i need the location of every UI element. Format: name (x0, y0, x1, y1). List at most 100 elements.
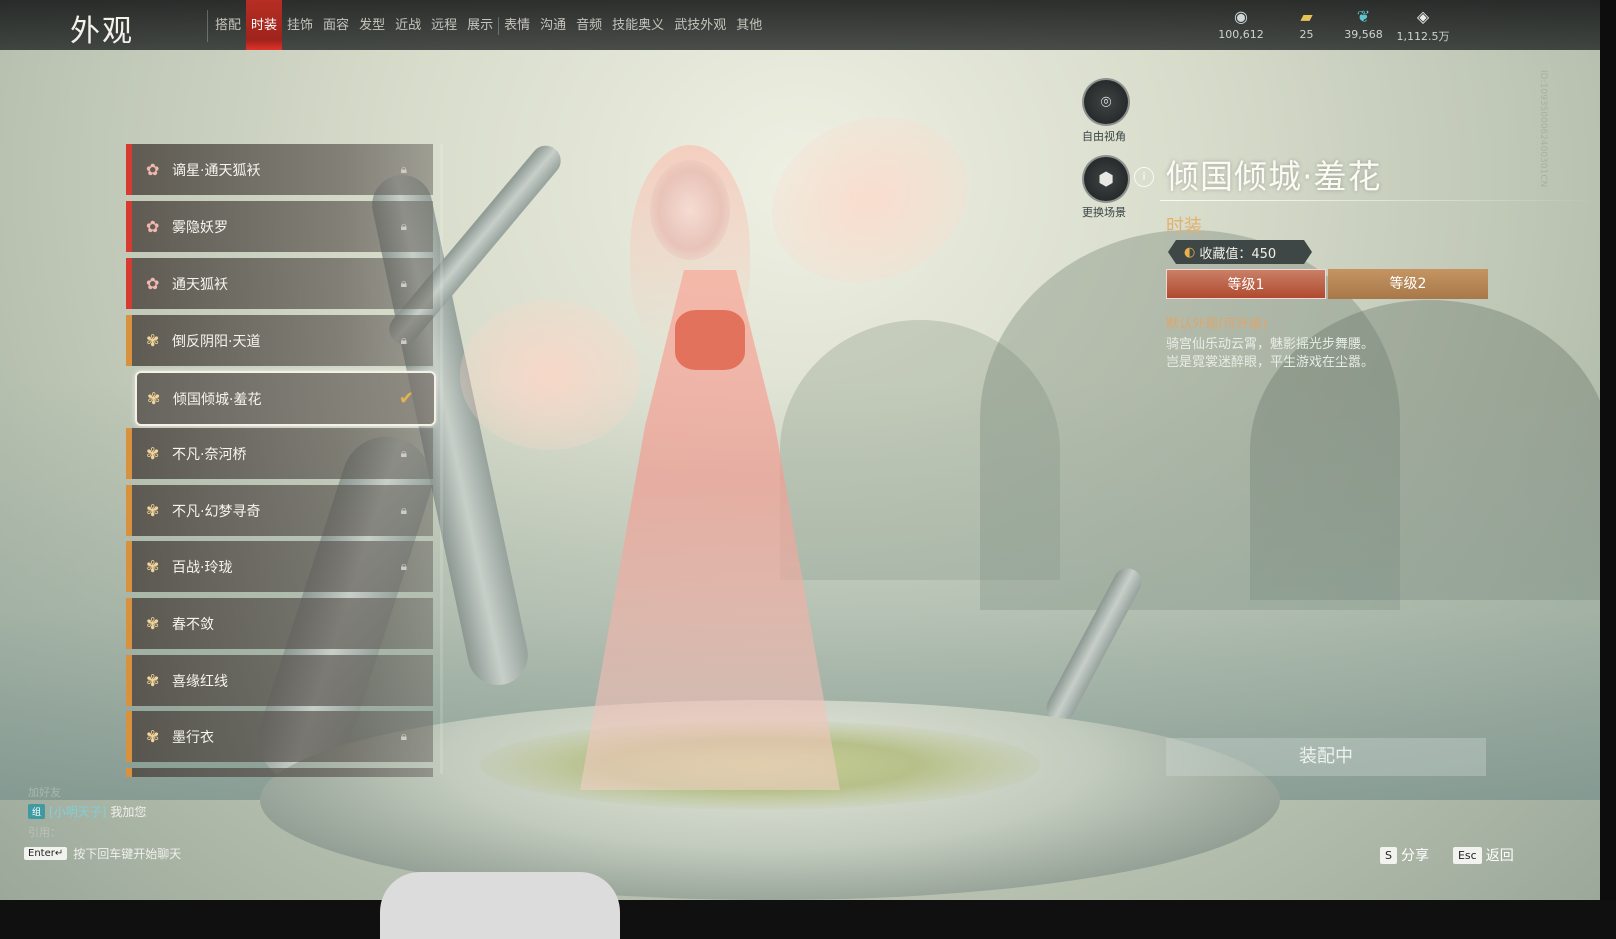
outfit-category: 时装 (1166, 216, 1202, 237)
lock-icon: 🔒︎ (400, 559, 407, 573)
rarity-edge (126, 711, 132, 762)
diamond-token-icon: ◈ (1416, 7, 1430, 26)
page-title: 外观 (70, 14, 134, 49)
tab-melee[interactable]: 近战 (390, 0, 426, 50)
currency-token[interactable]: ◈ 1,112.5万 (1393, 6, 1453, 44)
lock-icon: 🔒︎ (400, 503, 407, 517)
window-bottom-edge (0, 900, 1616, 939)
rarity-edge (126, 598, 132, 649)
top-bar: 外观 搭配 时装 挂饰 面容 发型 近战 远程 展示 表情 沟通 音频 技能奥义… (0, 0, 1600, 50)
tab-communicate[interactable]: 沟通 (535, 0, 571, 50)
lock-icon: 🔒︎ (400, 219, 407, 233)
change-scene-button[interactable]: ⬢ (1082, 155, 1130, 203)
outfit-name: 百战·玲珑 (172, 559, 233, 576)
currency-gold[interactable]: ▰ 25 (1279, 6, 1334, 44)
rarity-edge (126, 768, 132, 777)
chat-hint-text: 按下回车键开始聊天 (73, 847, 182, 861)
cube-icon: ⬢ (1098, 168, 1114, 190)
tab-face[interactable]: 面容 (318, 0, 354, 50)
currency-jade[interactable]: ❦ 39,568 (1336, 6, 1391, 44)
lock-icon: 🔒︎ (400, 333, 407, 347)
category-tabs: 搭配 时装 挂饰 面容 发型 近战 远程 展示 表情 沟通 音频 技能奥义 武技… (210, 0, 767, 50)
info-icon[interactable]: i (1134, 167, 1154, 187)
tab-ranged[interactable]: 远程 (426, 0, 462, 50)
currency-bar: ◉ 100,612 ▰ 25 ❦ 39,568 ◈ 1,112.5万 (1205, 6, 1455, 44)
outfit-name: 不凡·幻梦寻奇 (172, 503, 261, 520)
tab-audio[interactable]: 音频 (571, 0, 607, 50)
list-item[interactable]: ✾ 喜缘红线 (126, 655, 433, 706)
outfit-name: 倾国倾城·羞花 (173, 391, 262, 408)
list-item[interactable]: ✾ 倒反阴阳·天道 🔒︎ (126, 315, 433, 366)
list-item[interactable]: ✿ 谪星·通天狐袄 🔒︎ (126, 144, 433, 195)
rarity-edge (126, 655, 132, 706)
currency-value: 100,612 (1218, 28, 1264, 41)
share-button[interactable]: 分享 (1401, 845, 1429, 865)
outfit-title: 倾国倾城·羞花 (1166, 157, 1382, 196)
currency-value: 39,568 (1344, 28, 1383, 41)
tab-other[interactable]: 其他 (731, 0, 767, 50)
free-view-button[interactable]: ⌾ (1082, 78, 1130, 126)
tab-display[interactable]: 展示 (462, 0, 498, 50)
flower-icon: ✿ (146, 217, 160, 236)
tab-hairstyle[interactable]: 发型 (354, 0, 390, 50)
character-sleeve (460, 300, 640, 450)
game-viewport: 外观 搭配 时装 挂饰 面容 发型 近战 远程 展示 表情 沟通 音频 技能奥义… (0, 0, 1600, 900)
list-item[interactable]: ✾ 百战·玲珑 🔒︎ (126, 541, 433, 592)
list-item[interactable]: ✾ 墨行衣 🔒︎ (126, 711, 433, 762)
flower-icon: ✾ (146, 671, 160, 690)
chat-message[interactable]: 组 [小明天子] 我加您 (28, 803, 146, 820)
tab-martial-skin[interactable]: 武技外观 (669, 0, 731, 50)
tab-fashion[interactable]: 时装 (246, 0, 283, 50)
list-item[interactable]: ✿ 雾隐妖罗 🔒︎ (126, 201, 433, 252)
flower-icon: ✾ (146, 557, 160, 576)
outfit-list[interactable]: ✿ 谪星·通天狐袄 🔒︎ ✿ 雾隐妖罗 🔒︎ ✿ 通天狐袄 🔒︎ ✾ 倒反阴阳·… (126, 144, 438, 777)
free-view-label: 自由视角 (1082, 130, 1126, 143)
list-item[interactable] (126, 768, 433, 777)
list-item[interactable]: ✿ 通天狐袄 🔒︎ (126, 258, 433, 309)
flower-icon: ✾ (146, 444, 160, 463)
tab-skill-ultimate[interactable]: 技能奥义 (607, 0, 669, 50)
tab-level-2[interactable]: 等级2 (1328, 269, 1488, 299)
list-item-selected[interactable]: ✾ 倾国倾城·羞花 ✔ (135, 371, 436, 426)
description-line: 骑宫仙乐动云霄，魅影摇光步舞腰。 (1166, 337, 1375, 352)
chat-quote-line: 引用： (28, 826, 61, 839)
jade-feather-icon: ❦ (1356, 7, 1371, 26)
rarity-edge (126, 485, 132, 536)
chat-hint[interactable]: Enter↵ 按下回车键开始聊天 (24, 845, 181, 862)
flower-icon: ✿ (146, 160, 160, 179)
level-tabs: 等级1 等级2 (1166, 269, 1488, 299)
chat-line-faded: 加好友 (28, 786, 61, 799)
back-button[interactable]: 返回 (1486, 845, 1514, 865)
currency-value: 25 (1299, 28, 1314, 41)
collection-value-badge: ◐ 收藏值：450 (1168, 240, 1312, 264)
tab-accessory[interactable]: 挂饰 (282, 0, 318, 50)
window-edge (1600, 0, 1616, 939)
list-item[interactable]: ✾ 不凡·幻梦寻奇 🔒︎ (126, 485, 433, 536)
list-item[interactable]: ✾ 春不敛 (126, 598, 433, 649)
rarity-edge (126, 201, 132, 252)
list-item[interactable]: ✾ 不凡·奈河桥 🔒︎ (126, 428, 433, 479)
outfit-name: 雾隐妖罗 (172, 219, 228, 236)
collection-value: 收藏值：450 (1199, 246, 1277, 262)
lock-icon: 🔒︎ (400, 446, 407, 460)
chat-nickname[interactable]: [小明天子] (49, 803, 106, 820)
flower-icon: ✾ (146, 614, 160, 633)
currency-silver[interactable]: ◉ 100,612 (1205, 6, 1277, 44)
lock-icon: 🔒︎ (400, 729, 407, 743)
outfit-name: 倒反阴阳·天道 (172, 333, 261, 350)
flower-icon: ✾ (147, 389, 161, 408)
tab-outfit-set[interactable]: 搭配 (210, 0, 246, 50)
tab-emote[interactable]: 表情 (499, 0, 535, 50)
chat-channel-tag: 组 (28, 804, 46, 819)
footer-actions: S 分享 Esc 返回 (1318, 845, 1514, 865)
esc-key: Esc (1452, 846, 1482, 864)
equipped-button[interactable]: 装配中 (1166, 738, 1486, 776)
outfit-name: 不凡·奈河桥 (172, 446, 247, 463)
description-line: 岂是霓裳迷醉眼，平生游戏在尘嚣。 (1166, 355, 1375, 370)
lock-icon: 🔒︎ (400, 276, 407, 290)
watermark-id: ID:1093500062400301CN (1538, 70, 1548, 188)
character-model[interactable] (460, 90, 992, 810)
list-scrollbar[interactable] (440, 144, 443, 774)
tab-level-1[interactable]: 等级1 (1166, 269, 1326, 299)
change-scene-label: 更换场景 (1082, 206, 1126, 219)
